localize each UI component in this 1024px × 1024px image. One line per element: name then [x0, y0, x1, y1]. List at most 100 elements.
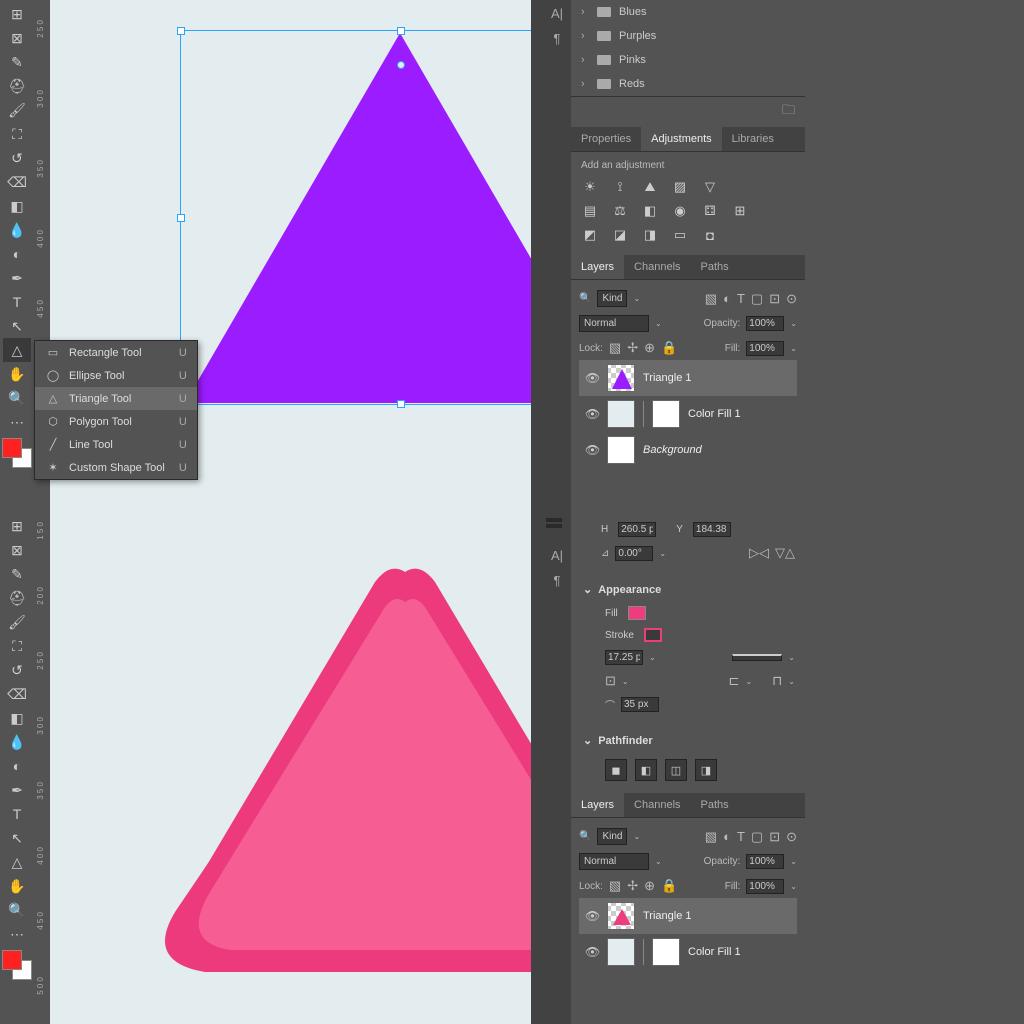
flyout-triangle[interactable]: △Triangle ToolU — [35, 387, 197, 410]
lock-pixels-icon[interactable]: ▧ — [609, 878, 621, 894]
layer-filter-kind[interactable]: Kind — [597, 828, 627, 845]
layer-triangle-1[interactable]: 👁 Triangle 1 — [579, 898, 797, 934]
stroke-style-select[interactable] — [732, 654, 782, 661]
blur-icon[interactable]: 💧 — [3, 218, 31, 242]
stroke-align-icon[interactable]: ⊡ — [605, 673, 616, 689]
layer-color-fill[interactable]: 👁 Color Fill 1 — [579, 934, 797, 970]
pathfinder-exclude[interactable]: ◨ — [695, 759, 717, 781]
curves-icon[interactable]: ⛰ — [641, 179, 659, 195]
flyout-ellipse[interactable]: ◯Ellipse ToolU — [35, 364, 197, 387]
lock-artboard-icon[interactable]: ⊕ — [644, 340, 655, 356]
handle-w[interactable] — [177, 214, 185, 222]
clone-stamp-icon[interactable]: ⛶ — [3, 634, 31, 658]
filter-toggle-icon[interactable]: ⊙ — [786, 829, 797, 845]
blur-icon[interactable]: 💧 — [3, 730, 31, 754]
blend-mode-select[interactable]: Normal — [579, 853, 649, 870]
tab-layers[interactable]: Layers — [571, 793, 624, 817]
edit-toolbar-icon[interactable]: ⋯ — [3, 922, 31, 946]
paragraph-panel-icon[interactable]: ¶ — [554, 31, 561, 46]
eyedropper-icon[interactable]: ✎ — [3, 562, 31, 586]
character-panel-icon[interactable]: A| — [551, 548, 563, 563]
fill-input[interactable] — [746, 341, 784, 356]
collapsed-mini-panel[interactable] — [546, 518, 568, 530]
angle-input[interactable] — [615, 546, 653, 561]
tab-libraries[interactable]: Libraries — [722, 127, 784, 151]
height-input[interactable] — [618, 522, 656, 537]
layer-filter-kind[interactable]: Kind — [597, 290, 627, 307]
brush-icon[interactable]: 🖌 — [3, 610, 31, 634]
pen-icon[interactable]: ✒ — [3, 266, 31, 290]
visibility-icon[interactable]: 👁 — [585, 407, 599, 421]
opacity-input[interactable] — [746, 854, 784, 869]
stroke-caps-icon[interactable]: ⊏ — [729, 673, 740, 689]
healing-brush-icon[interactable]: ⛑ — [3, 586, 31, 610]
mask-thumb[interactable] — [652, 938, 680, 966]
gradient-map-icon[interactable]: ▭ — [671, 227, 689, 243]
flyout-custom-shape[interactable]: ✶Custom Shape ToolU — [35, 456, 197, 479]
pen-icon[interactable]: ✒ — [3, 778, 31, 802]
eraser-icon[interactable]: ⌫ — [3, 682, 31, 706]
lock-position-icon[interactable]: ✢ — [627, 340, 638, 356]
folder-purples[interactable]: ›Purples — [571, 24, 805, 48]
transform-bounding-box[interactable] — [180, 30, 531, 405]
color-swatch[interactable] — [2, 438, 32, 468]
color-balance-icon[interactable]: ⚖ — [611, 203, 629, 219]
crop-tool-icon[interactable]: ⊞ — [3, 514, 31, 538]
canvas[interactable] — [50, 512, 531, 1024]
rounded-triangle-shape[interactable] — [145, 552, 531, 992]
corner-radius-input[interactable] — [621, 697, 659, 712]
path-select-icon[interactable]: ↖ — [3, 826, 31, 850]
tab-paths[interactable]: Paths — [691, 255, 739, 279]
filter-pixel-icon[interactable]: ▧ — [705, 291, 717, 307]
shape-tool-icon[interactable]: △ — [3, 850, 31, 874]
brush-icon[interactable]: 🖌 — [3, 98, 31, 122]
paragraph-panel-icon[interactable]: ¶ — [554, 573, 561, 588]
hue-sat-icon[interactable]: ▤ — [581, 203, 599, 219]
chevron-down-icon[interactable]: ⌄ — [583, 583, 592, 596]
invert-icon[interactable]: ◩ — [581, 227, 599, 243]
handle-nw[interactable] — [177, 27, 185, 35]
vibrance-icon[interactable]: ▽ — [701, 179, 719, 195]
filter-adjust-icon[interactable]: ◐ — [723, 829, 731, 844]
frame-tool-icon[interactable]: ⊠ — [3, 26, 31, 50]
pathfinder-intersect[interactable]: ◫ — [665, 759, 687, 781]
frame-tool-icon[interactable]: ⊠ — [3, 538, 31, 562]
chevron-down-icon[interactable]: ⌄ — [583, 734, 592, 747]
filter-type-icon[interactable]: T — [737, 291, 745, 306]
healing-brush-icon[interactable]: ⛑ — [3, 74, 31, 98]
blend-mode-select[interactable]: Normal — [579, 315, 649, 332]
flyout-line[interactable]: ╱Line ToolU — [35, 433, 197, 456]
fill-swatch[interactable] — [628, 606, 646, 620]
lock-artboard-icon[interactable]: ⊕ — [644, 878, 655, 894]
layer-color-fill[interactable]: 👁 Color Fill 1 — [579, 396, 797, 432]
lock-all-icon[interactable]: 🔒 — [661, 878, 677, 894]
color-swatch[interactable] — [2, 950, 32, 980]
fg-color[interactable] — [2, 438, 22, 458]
posterize-icon[interactable]: ◪ — [611, 227, 629, 243]
zoom-icon[interactable]: 🔍 — [3, 898, 31, 922]
filter-shape-icon[interactable]: ▢ — [751, 291, 763, 307]
filter-toggle-icon[interactable]: ⊙ — [786, 291, 797, 307]
folder-reds[interactable]: ›Reds — [571, 72, 805, 96]
folder-pinks[interactable]: ›Pinks — [571, 48, 805, 72]
edit-toolbar-icon[interactable]: ⋯ — [3, 410, 31, 434]
tab-paths[interactable]: Paths — [691, 793, 739, 817]
levels-icon[interactable]: ⟟ — [611, 179, 629, 195]
stroke-corners-icon[interactable]: ⊓ — [772, 673, 782, 689]
selective-color-icon[interactable]: ◘ — [701, 227, 719, 243]
dodge-icon[interactable]: ◐ — [3, 242, 31, 266]
flip-h-icon[interactable]: ▷◁ — [749, 545, 769, 561]
zoom-icon[interactable]: 🔍 — [3, 386, 31, 410]
lock-all-icon[interactable]: 🔒 — [661, 340, 677, 356]
type-icon[interactable]: T — [3, 290, 31, 314]
pathfinder-subtract[interactable]: ◧ — [635, 759, 657, 781]
handle-n[interactable] — [397, 27, 405, 35]
filter-adjust-icon[interactable]: ◐ — [723, 291, 731, 306]
visibility-icon[interactable]: 👁 — [585, 909, 599, 923]
tab-layers[interactable]: Layers — [571, 255, 624, 279]
flip-v-icon[interactable]: ▽△ — [775, 545, 795, 561]
stroke-swatch[interactable] — [644, 628, 662, 642]
exposure-icon[interactable]: ▨ — [671, 179, 689, 195]
tab-adjustments[interactable]: Adjustments — [641, 127, 722, 151]
channel-mixer-icon[interactable]: ⚃ — [701, 203, 719, 219]
